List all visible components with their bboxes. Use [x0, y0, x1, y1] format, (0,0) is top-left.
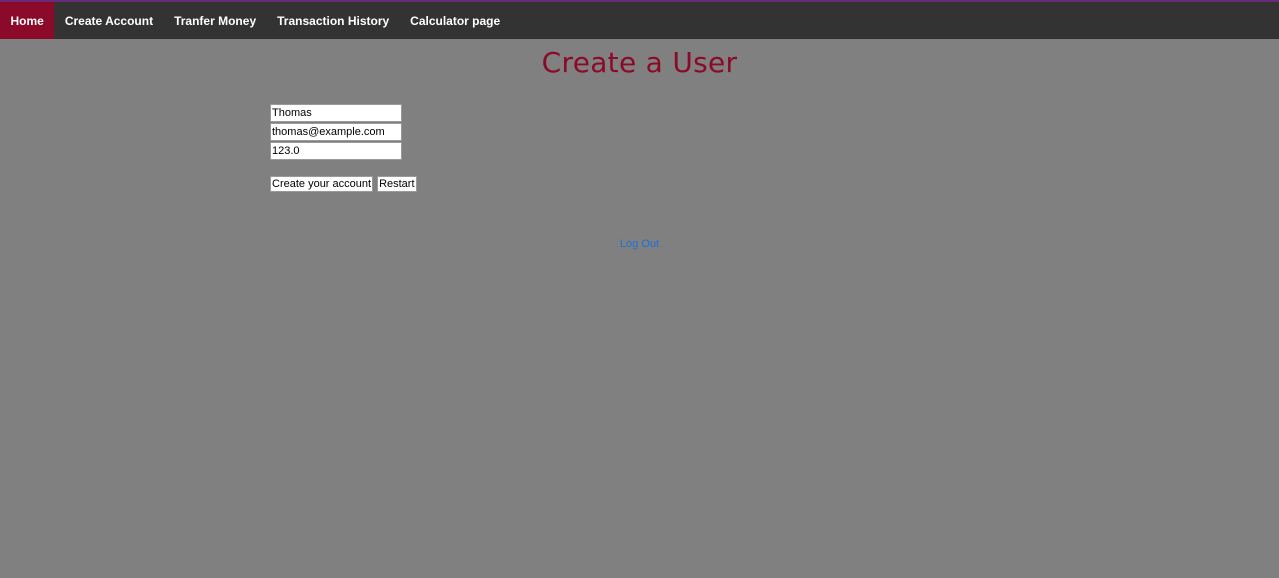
restart-button[interactable]: Restart — [377, 176, 417, 192]
create-user-form — [270, 104, 402, 161]
name-field[interactable] — [270, 104, 402, 122]
logout-link[interactable]: Log Out — [620, 238, 659, 250]
nav-item-calculator-page[interactable]: Calculator page — [400, 2, 511, 39]
nav-item-home[interactable]: Home — [0, 2, 55, 39]
nav-item-transaction-history[interactable]: Transaction History — [267, 2, 400, 39]
logout-container: Log Out — [0, 238, 1279, 250]
email-field[interactable] — [270, 123, 402, 141]
page-title: Create a User — [541, 46, 738, 79]
nav-item-create-account[interactable]: Create Account — [54, 2, 163, 39]
top-navbar: Home Create Account Tranfer Money Transa… — [0, 2, 1279, 39]
create-account-button[interactable]: Create your account — [270, 176, 374, 192]
amount-field[interactable] — [270, 142, 402, 160]
form-buttons: Create your account Restart — [270, 176, 417, 192]
nav-item-transfer-money[interactable]: Tranfer Money — [164, 2, 267, 39]
